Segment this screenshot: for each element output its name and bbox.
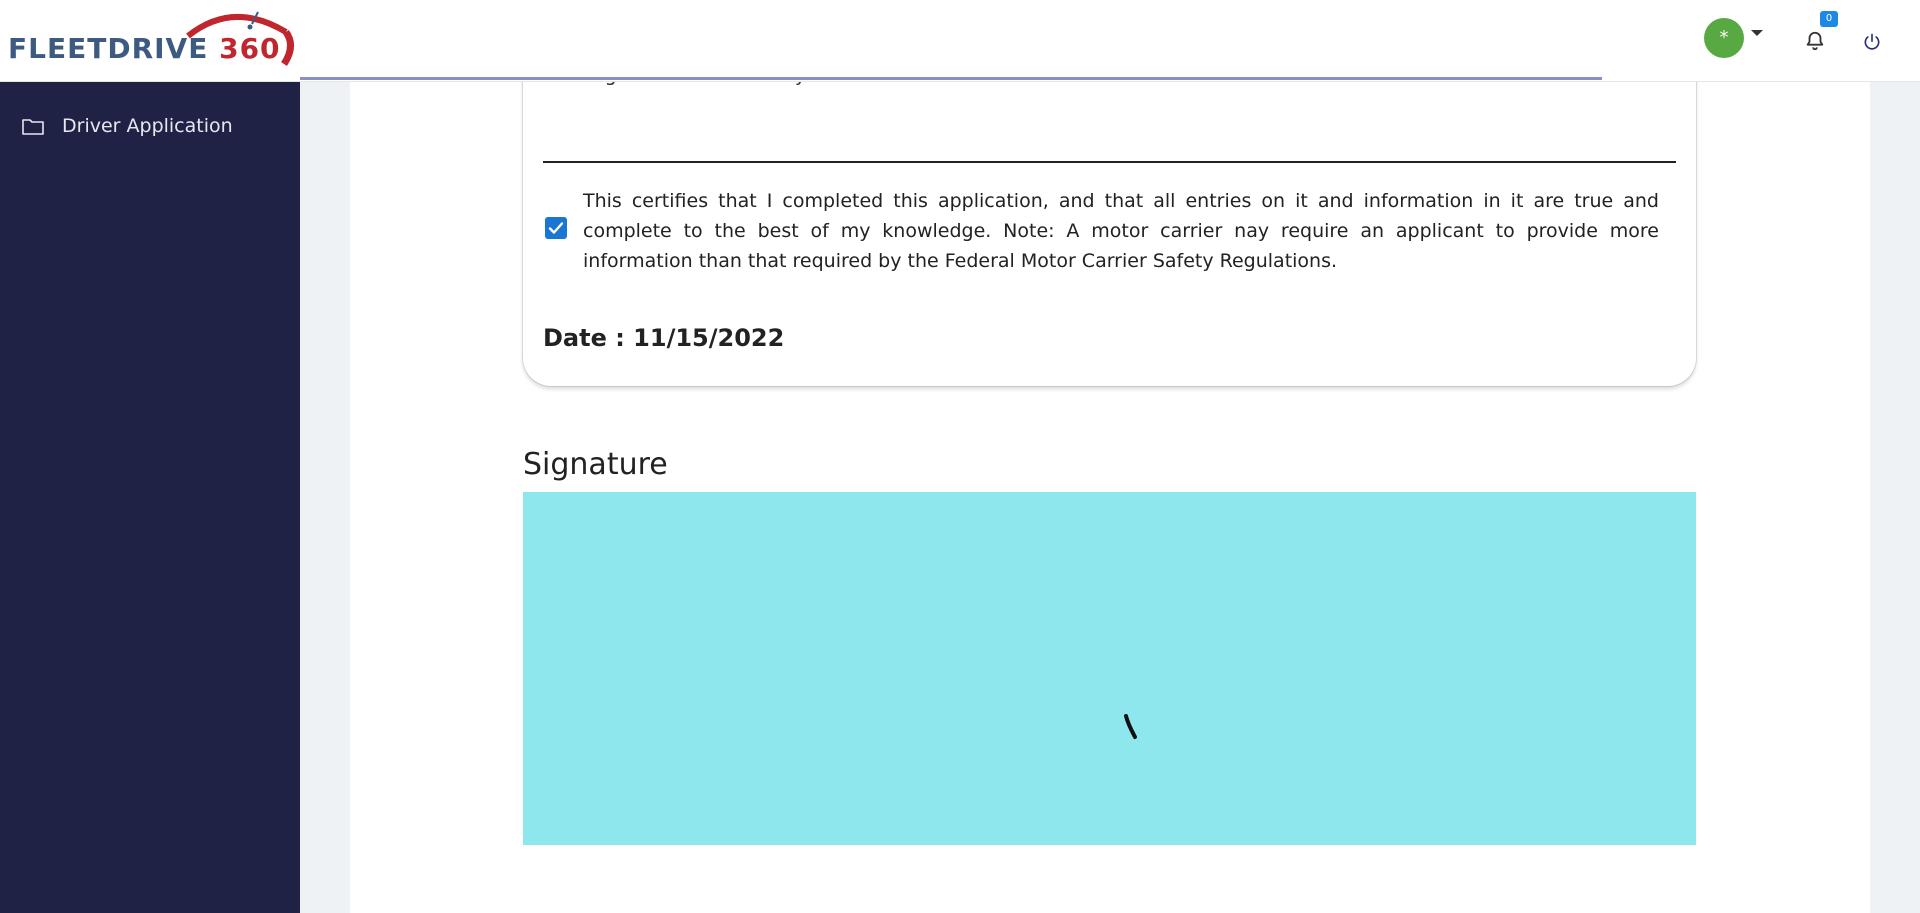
- signature-stroke: [1124, 714, 1137, 739]
- brand-name: FLEETDRIVE 360: [8, 32, 281, 65]
- sidebar-item-label: Driver Application: [62, 115, 233, 137]
- application-date: Date : 11/15/2022: [543, 324, 785, 352]
- bell-icon[interactable]: [1804, 30, 1826, 52]
- power-icon[interactable]: [1862, 32, 1882, 52]
- folder-icon: [22, 119, 44, 135]
- sidebar-item-driver-application[interactable]: Driver Application: [0, 106, 300, 146]
- loading-progress-bar: [300, 77, 1602, 80]
- sidebar: Driver Application: [0, 82, 300, 913]
- signature-pad[interactable]: [523, 492, 1696, 845]
- certification-checkbox[interactable]: [545, 217, 567, 239]
- chevron-down-icon[interactable]: [1751, 30, 1763, 36]
- fleetdrive-logo[interactable]: FLEETDRIVE 360: [8, 8, 298, 70]
- divider: [543, 161, 1676, 163]
- certification-card: agree on the accuracy of the information…: [523, 60, 1696, 386]
- checkmark-icon: [548, 222, 564, 234]
- notification-count-badge: 0: [1820, 11, 1838, 27]
- top-bar: FLEETDRIVE 360 * 0: [0, 0, 1920, 82]
- certification-text: This certifies that I completed this app…: [583, 190, 1659, 272]
- avatar[interactable]: *: [1704, 18, 1744, 58]
- signature-title: Signature: [523, 447, 668, 482]
